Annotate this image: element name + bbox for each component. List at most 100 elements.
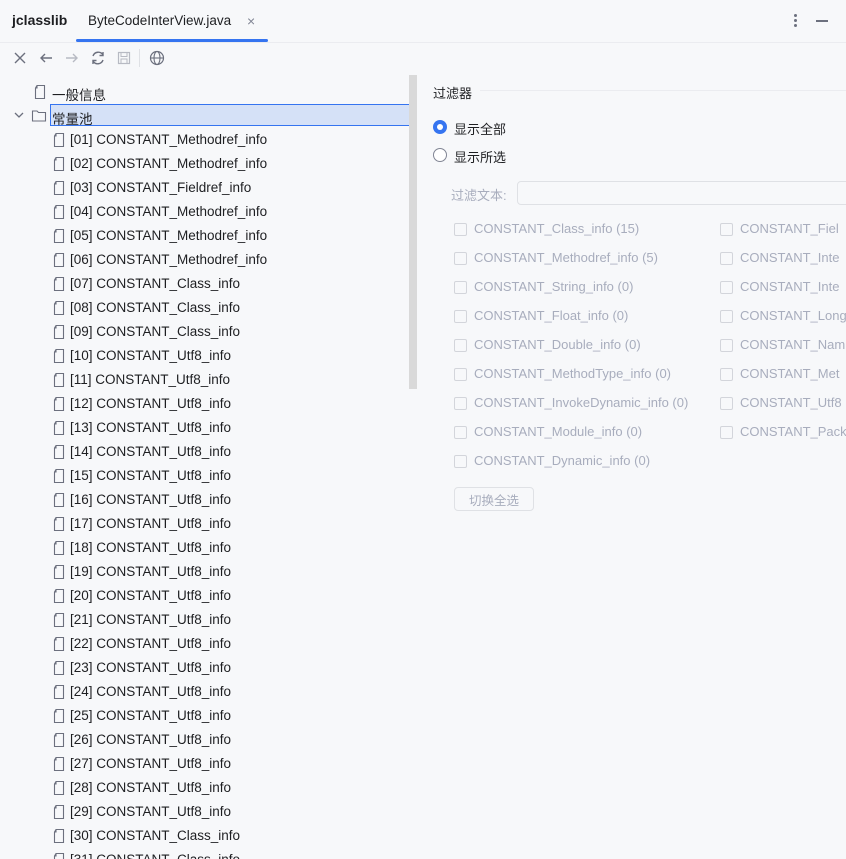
toolbar [0,43,846,73]
editor-tab-bar: jclasslib ByteCodeInterView.java × [0,0,846,43]
radio-unselected-icon[interactable] [433,148,447,162]
checkbox-label: CONSTANT_Inte [740,250,840,265]
tree-item-constant[interactable]: [04] CONSTANT_Methodref_info [0,200,418,224]
tree-item-label: [17] CONSTANT_Utf8_info [70,516,232,531]
tree-item-label: 一般信息 [52,88,106,103]
tree-scrollbar[interactable] [409,75,417,389]
tree-item-constant[interactable]: [26] CONSTANT_Utf8_info [0,728,418,752]
tree-item-constant[interactable]: [05] CONSTANT_Methodref_info [0,224,418,248]
tree-item-constant[interactable]: [12] CONSTANT_Utf8_info [0,392,418,416]
checkbox[interactable] [720,368,733,381]
tree-item-constant[interactable]: [01] CONSTANT_Methodref_info [0,128,418,152]
tree-item-constant[interactable]: [15] CONSTANT_Utf8_info [0,464,418,488]
tree-item-label: [29] CONSTANT_Utf8_info [70,804,232,819]
checkbox-label: CONSTANT_Pack [740,424,846,439]
checkbox[interactable] [720,397,733,410]
checkbox[interactable] [454,426,467,439]
tree-item-constant[interactable]: [08] CONSTANT_Class_info [0,296,418,320]
file-icon [53,636,65,652]
checkbox[interactable] [720,223,733,236]
selection-highlight [50,104,416,126]
filter-text-input[interactable] [517,181,846,205]
tree-item-constant[interactable]: [30] CONSTANT_Class_info [0,824,418,848]
chevron-down-icon[interactable] [13,109,25,121]
checkbox-label: CONSTANT_MethodType_info (0) [474,366,671,381]
tree-item-constant[interactable]: [14] CONSTANT_Utf8_info [0,440,418,464]
tree-item-label: [22] CONSTANT_Utf8_info [70,636,232,651]
tree-item-constant[interactable]: [22] CONSTANT_Utf8_info [0,632,418,656]
refresh-icon[interactable] [89,49,107,67]
tree-item-constant[interactable]: [02] CONSTANT_Methodref_info [0,152,418,176]
tree-item-constant[interactable]: [13] CONSTANT_Utf8_info [0,416,418,440]
show-all-label: 显示全部 [454,122,507,137]
checkbox[interactable] [720,310,733,323]
tree-item-constant[interactable]: [31] CONSTANT_Class_info [0,848,418,859]
web-icon[interactable] [148,49,166,67]
tree-item-constant[interactable]: [11] CONSTANT_Utf8_info [0,368,418,392]
tree-item-constant[interactable]: [24] CONSTANT_Utf8_info [0,680,418,704]
tree-item-constant[interactable]: [29] CONSTANT_Utf8_info [0,800,418,824]
checkbox[interactable] [720,426,733,439]
checkbox-label: CONSTANT_Module_info (0) [474,424,643,439]
checkbox[interactable] [454,339,467,352]
tree-item-label: [06] CONSTANT_Methodref_info [70,252,268,267]
tree-item-constant[interactable]: [21] CONSTANT_Utf8_info [0,608,418,632]
tree-item-constant[interactable]: [28] CONSTANT_Utf8_info [0,776,418,800]
checkbox-label: CONSTANT_Class_info (15) [474,221,640,236]
tab-bytecode-interview[interactable]: ByteCodeInterView.java × [76,0,268,42]
checkbox[interactable] [720,252,733,265]
file-icon [53,444,65,460]
forward-icon[interactable] [63,49,81,67]
tree-item-constant[interactable]: [18] CONSTANT_Utf8_info [0,536,418,560]
file-icon [53,708,65,724]
tree-item-constant[interactable]: [19] CONSTANT_Utf8_info [0,560,418,584]
tree-item-label: [09] CONSTANT_Class_info [70,324,241,339]
tree-item-constant[interactable]: [16] CONSTANT_Utf8_info [0,488,418,512]
save-icon[interactable] [115,49,133,67]
file-icon [53,492,65,508]
tree-item-constant[interactable]: [25] CONSTANT_Utf8_info [0,704,418,728]
back-icon[interactable] [37,49,55,67]
tree-item-constant[interactable]: [20] CONSTANT_Utf8_info [0,584,418,608]
checkbox[interactable] [454,368,467,381]
tree-item-label: [12] CONSTANT_Utf8_info [70,396,232,411]
tab-close-icon[interactable]: × [247,12,255,30]
file-icon [53,588,65,604]
tree-item-constant[interactable]: [27] CONSTANT_Utf8_info [0,752,418,776]
checkbox[interactable] [454,397,467,410]
app-title: jclasslib [12,12,68,28]
checkbox[interactable] [454,252,467,265]
radio-selected-icon[interactable] [433,120,447,134]
tree-item-constant[interactable]: [17] CONSTANT_Utf8_info [0,512,418,536]
checkbox[interactable] [454,310,467,323]
checkbox[interactable] [720,339,733,352]
more-options-icon[interactable] [788,12,802,30]
tree-item-constant[interactable]: [10] CONSTANT_Utf8_info [0,344,418,368]
close-icon[interactable] [11,49,29,67]
toggle-select-all-button[interactable]: 切换全选 [454,487,534,511]
tree-item-label: [25] CONSTANT_Utf8_info [70,708,232,723]
tree-item-constant[interactable]: [09] CONSTANT_Class_info [0,320,418,344]
tree-item-constant[interactable]: [06] CONSTANT_Methodref_info [0,248,418,272]
checkbox[interactable] [454,455,467,468]
tree-item-constant-pool[interactable]: 常量池 [0,104,418,128]
file-icon [53,276,65,292]
checkbox-label: CONSTANT_Methodref_info (5) [474,250,658,265]
tree-item-constant[interactable]: [07] CONSTANT_Class_info [0,272,418,296]
tree-item-general[interactable]: 一般信息 [0,80,418,104]
tree-item-constant[interactable]: [23] CONSTANT_Utf8_info [0,656,418,680]
tree-item-label: [23] CONSTANT_Utf8_info [70,660,232,675]
checkbox[interactable] [454,281,467,294]
file-icon [53,420,65,436]
tree-item-label: [13] CONSTANT_Utf8_info [70,420,232,435]
tree-item-constant[interactable]: [03] CONSTANT_Fieldref_info [0,176,418,200]
file-icon [53,204,65,220]
file-icon [53,132,65,148]
tree-item-label: [26] CONSTANT_Utf8_info [70,732,232,747]
file-icon [53,564,65,580]
checkbox-label: CONSTANT_Inte [740,279,840,294]
tree-item-label: [16] CONSTANT_Utf8_info [70,492,232,507]
checkbox[interactable] [720,281,733,294]
checkbox[interactable] [454,223,467,236]
minimize-icon[interactable] [816,20,828,22]
